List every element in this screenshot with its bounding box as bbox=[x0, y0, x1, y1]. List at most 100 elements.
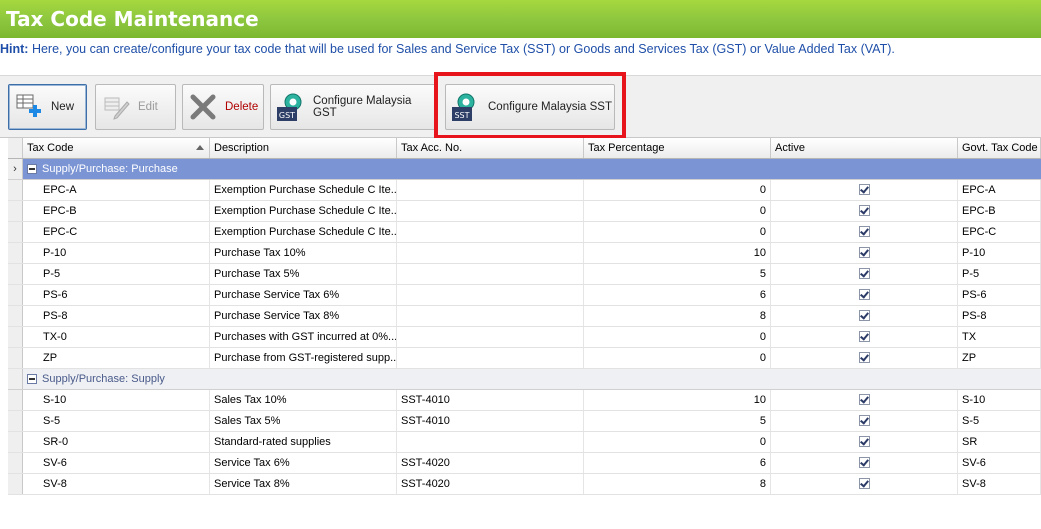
table-row[interactable]: PS-6 Purchase Service Tax 6% 6 PS-6 bbox=[8, 285, 1041, 306]
cell-govt-tax-code: S-10 bbox=[958, 390, 1041, 410]
table-row[interactable]: ZP Purchase from GST-registered supp... 0 Z… bbox=[8, 348, 1041, 369]
cell-tax-code: S-5 bbox=[23, 411, 210, 431]
window-title: Tax Code Maintenance bbox=[0, 0, 1041, 38]
delete-x-icon bbox=[187, 91, 219, 123]
cell-tax-acc-no bbox=[397, 348, 584, 368]
active-checkbox[interactable] bbox=[858, 414, 870, 426]
cell-active bbox=[771, 243, 958, 263]
tax-code-grid: Tax Code Description Tax Acc. No. Tax Pe… bbox=[8, 138, 1041, 495]
cell-description: Purchase from GST-registered supp... bbox=[210, 348, 397, 368]
row-indicator bbox=[8, 306, 23, 326]
edit-button[interactable]: Edit bbox=[95, 84, 176, 130]
cell-tax-percentage: 5 bbox=[584, 264, 771, 284]
cell-active bbox=[771, 201, 958, 221]
cell-govt-tax-code: ZP bbox=[958, 348, 1041, 368]
column-header-active[interactable]: Active bbox=[771, 138, 958, 158]
cell-description: Sales Tax 10% bbox=[210, 390, 397, 410]
cell-description: Purchases with GST incurred at 0%... bbox=[210, 327, 397, 347]
cell-description: Standard-rated supplies bbox=[210, 432, 397, 452]
group-label: Supply/Purchase: Supply bbox=[42, 373, 165, 385]
table-row[interactable]: EPC-B Exemption Purchase Schedule C Ite..… bbox=[8, 201, 1041, 222]
row-indicator bbox=[8, 369, 23, 389]
cell-description: Service Tax 6% bbox=[210, 453, 397, 473]
table-row[interactable]: SV-8 Service Tax 8% SST-4020 8 SV-8 bbox=[8, 474, 1041, 495]
cell-active bbox=[771, 390, 958, 410]
active-checkbox[interactable] bbox=[858, 267, 870, 279]
cell-tax-code: S-10 bbox=[23, 390, 210, 410]
active-checkbox[interactable] bbox=[858, 351, 870, 363]
focused-row-indicator: › bbox=[8, 159, 23, 179]
new-button[interactable]: New bbox=[8, 84, 87, 130]
row-pointer-icon: › bbox=[13, 163, 17, 175]
group-row-purchase[interactable]: › Supply/Purchase: Purchase bbox=[8, 159, 1041, 180]
cell-tax-percentage: 0 bbox=[584, 180, 771, 200]
cell-description: Exemption Purchase Schedule C Ite... bbox=[210, 180, 397, 200]
cell-govt-tax-code: TX bbox=[958, 327, 1041, 347]
cell-active bbox=[771, 285, 958, 305]
cell-description: Purchase Service Tax 6% bbox=[210, 285, 397, 305]
cell-govt-tax-code: S-5 bbox=[958, 411, 1041, 431]
hint-text: Here, you can create/configure your tax … bbox=[28, 42, 895, 56]
cell-tax-acc-no bbox=[397, 180, 584, 200]
row-indicator bbox=[8, 390, 23, 410]
cell-active bbox=[771, 180, 958, 200]
group-row-supply[interactable]: Supply/Purchase: Supply bbox=[8, 369, 1041, 390]
delete-button[interactable]: Delete bbox=[182, 84, 264, 130]
configure-gst-button[interactable]: GST Configure Malaysia GST bbox=[270, 84, 437, 130]
column-header-description[interactable]: Description bbox=[210, 138, 397, 158]
cell-description: Purchase Tax 5% bbox=[210, 264, 397, 284]
active-checkbox[interactable] bbox=[858, 435, 870, 447]
cell-active bbox=[771, 411, 958, 431]
collapse-icon[interactable] bbox=[27, 374, 37, 384]
active-checkbox[interactable] bbox=[858, 204, 870, 216]
table-row[interactable]: S-5 Sales Tax 5% SST-4010 5 S-5 bbox=[8, 411, 1041, 432]
cell-active bbox=[771, 306, 958, 326]
column-header-govt-tax-code[interactable]: Govt. Tax Code bbox=[958, 138, 1041, 158]
column-header-tax-acc-no[interactable]: Tax Acc. No. bbox=[397, 138, 584, 158]
active-checkbox[interactable] bbox=[858, 393, 870, 405]
edit-label: Edit bbox=[138, 101, 158, 113]
cell-tax-acc-no: SST-4020 bbox=[397, 474, 584, 494]
active-checkbox[interactable] bbox=[858, 330, 870, 342]
active-checkbox[interactable] bbox=[858, 456, 870, 468]
cell-tax-percentage: 0 bbox=[584, 222, 771, 242]
cell-tax-code: SV-8 bbox=[23, 474, 210, 494]
table-row[interactable]: P-5 Purchase Tax 5% 5 P-5 bbox=[8, 264, 1041, 285]
active-checkbox[interactable] bbox=[858, 246, 870, 258]
active-checkbox[interactable] bbox=[858, 309, 870, 321]
column-header-tax-percentage[interactable]: Tax Percentage bbox=[584, 138, 771, 158]
header-indicator bbox=[8, 138, 23, 158]
configure-gst-label: Configure Malaysia GST bbox=[313, 95, 412, 119]
cell-active bbox=[771, 348, 958, 368]
table-row[interactable]: S-10 Sales Tax 10% SST-4010 10 S-10 bbox=[8, 390, 1041, 411]
cell-tax-acc-no: SST-4010 bbox=[397, 411, 584, 431]
table-row[interactable]: SV-6 Service Tax 6% SST-4020 6 SV-6 bbox=[8, 453, 1041, 474]
cell-tax-code: PS-6 bbox=[23, 285, 210, 305]
edit-icon bbox=[100, 91, 132, 123]
cell-tax-percentage: 10 bbox=[584, 243, 771, 263]
active-checkbox[interactable] bbox=[858, 288, 870, 300]
active-checkbox[interactable] bbox=[858, 183, 870, 195]
active-checkbox[interactable] bbox=[858, 225, 870, 237]
table-row[interactable]: SR-0 Standard-rated supplies 0 SR bbox=[8, 432, 1041, 453]
cell-active bbox=[771, 327, 958, 347]
table-row[interactable]: P-10 Purchase Tax 10% 10 P-10 bbox=[8, 243, 1041, 264]
table-row[interactable]: PS-8 Purchase Service Tax 8% 8 PS-8 bbox=[8, 306, 1041, 327]
cell-govt-tax-code: P-5 bbox=[958, 264, 1041, 284]
table-row[interactable]: EPC-C Exemption Purchase Schedule C Ite..… bbox=[8, 222, 1041, 243]
cell-active bbox=[771, 264, 958, 284]
cell-tax-percentage: 0 bbox=[584, 348, 771, 368]
active-checkbox[interactable] bbox=[858, 477, 870, 489]
cell-tax-acc-no: SST-4020 bbox=[397, 453, 584, 473]
collapse-icon[interactable] bbox=[27, 164, 37, 174]
cell-govt-tax-code: SR bbox=[958, 432, 1041, 452]
table-row[interactable]: TX-0 Purchases with GST incurred at 0%...… bbox=[8, 327, 1041, 348]
column-header-tax-code[interactable]: Tax Code bbox=[23, 138, 210, 158]
cell-govt-tax-code: PS-6 bbox=[958, 285, 1041, 305]
table-row[interactable]: EPC-A Exemption Purchase Schedule C Ite..… bbox=[8, 180, 1041, 201]
group-body-purchase: EPC-A Exemption Purchase Schedule C Ite..… bbox=[8, 180, 1041, 369]
cell-govt-tax-code: EPC-C bbox=[958, 222, 1041, 242]
hint-prefix: Hint: bbox=[0, 42, 29, 56]
cell-tax-percentage: 5 bbox=[584, 411, 771, 431]
cell-active bbox=[771, 453, 958, 473]
